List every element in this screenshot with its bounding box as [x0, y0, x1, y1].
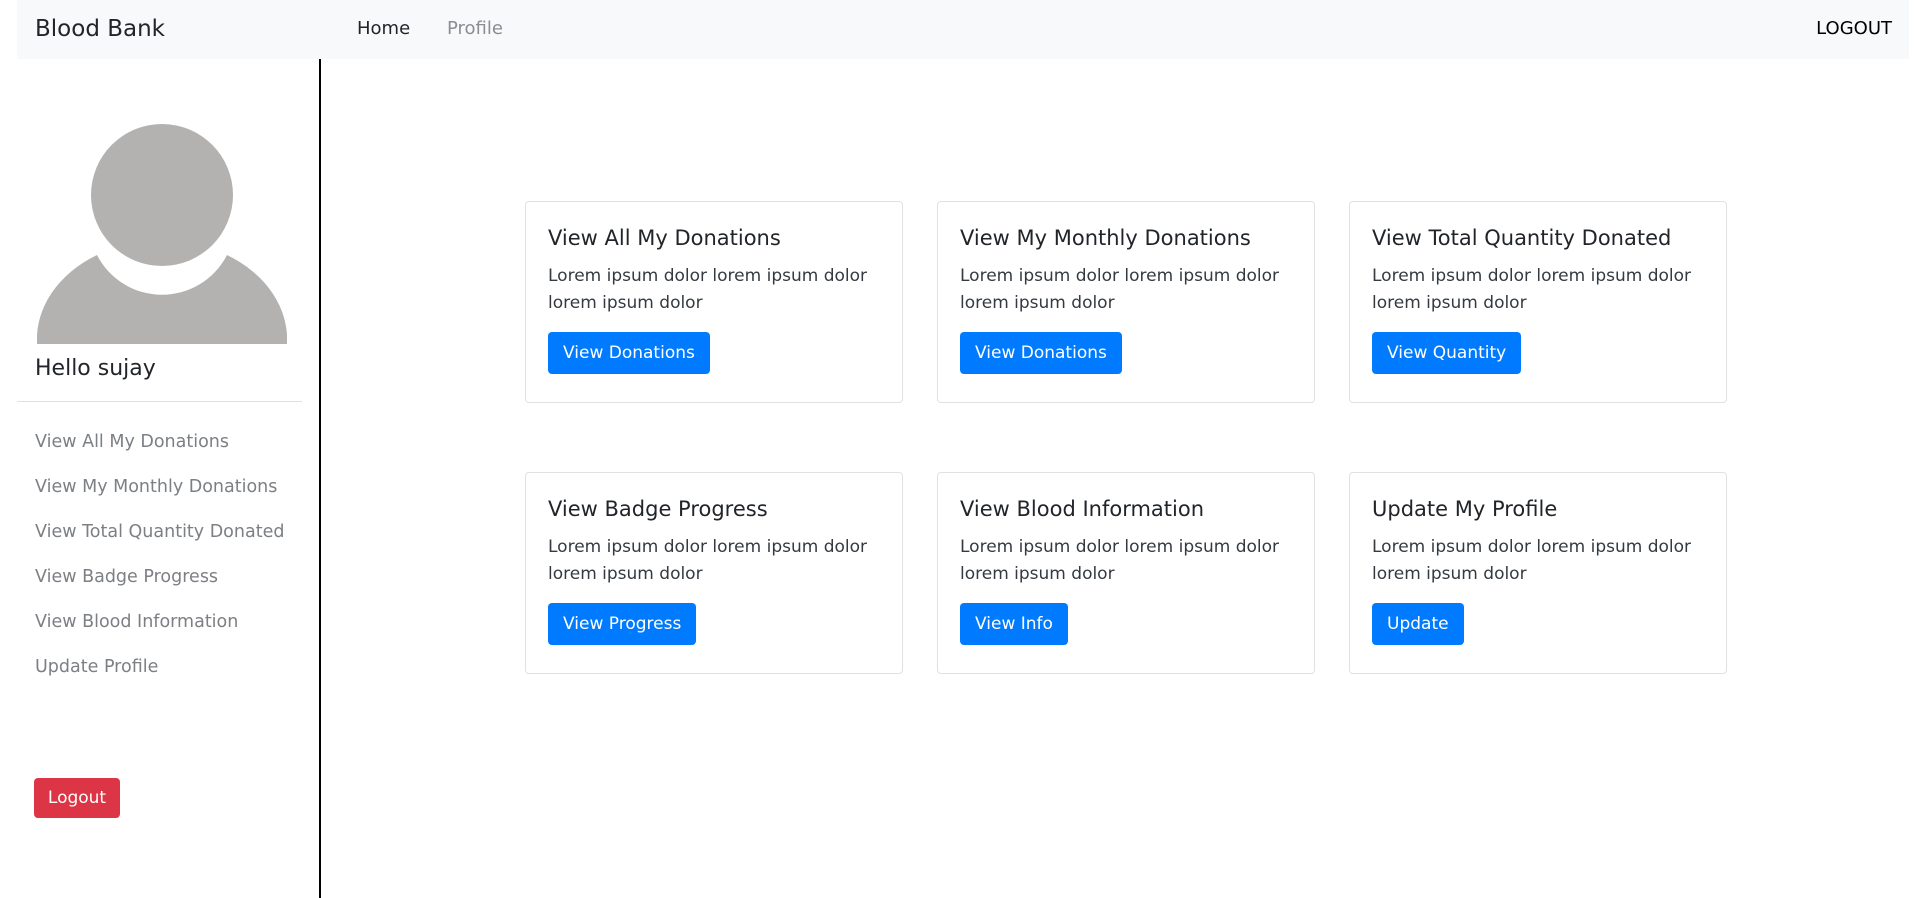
view-donations-button[interactable]: View Donations [548, 332, 710, 374]
brand-link[interactable]: Blood Bank [35, 14, 165, 44]
sidebar-item-view-badge-progress[interactable]: View Badge Progress [35, 566, 284, 611]
card-text: Lorem ipsum dolor lorem ipsum dolor lore… [1372, 266, 1692, 313]
view-monthly-donations-button[interactable]: View Donations [960, 332, 1122, 374]
view-info-button[interactable]: View Info [960, 603, 1068, 645]
card-view-monthly-donations: View My Monthly Donations Lorem ipsum do… [937, 201, 1315, 403]
card-update-profile: Update My Profile Lorem ipsum dolor lore… [1349, 472, 1727, 674]
card-title: View Badge Progress [548, 497, 768, 521]
view-progress-button[interactable]: View Progress [548, 603, 697, 645]
sidebar-item-view-blood-information[interactable]: View Blood Information [35, 611, 284, 656]
card-title: View Total Quantity Donated [1372, 226, 1672, 250]
card-title: Update My Profile [1372, 497, 1558, 521]
card-title: View All My Donations [548, 226, 781, 250]
sidebar-item-view-monthly-donations[interactable]: View My Monthly Donations [35, 476, 284, 521]
top-navbar: Blood Bank Home Profile LOGOUT [17, 0, 1909, 59]
view-quantity-button[interactable]: View Quantity [1372, 332, 1522, 374]
card-text: Lorem ipsum dolor lorem ipsum dolor lore… [960, 537, 1280, 584]
nav-home-link[interactable]: Home [357, 18, 410, 40]
update-profile-button[interactable]: Update [1372, 603, 1464, 645]
sidebar-menu: View All My Donations View My Monthly Do… [35, 431, 284, 701]
card-text: Lorem ipsum dolor lorem ipsum dolor lore… [548, 266, 868, 313]
card-title: View My Monthly Donations [960, 226, 1251, 250]
nav-profile-link[interactable]: Profile [447, 18, 503, 40]
user-avatar-icon [37, 124, 287, 344]
sidebar-item-view-all-donations[interactable]: View All My Donations [35, 431, 284, 476]
sidebar-item-view-total-quantity[interactable]: View Total Quantity Donated [35, 521, 284, 566]
sidebar-item-update-profile[interactable]: Update Profile [35, 656, 284, 701]
card-view-blood-information: View Blood Information Lorem ipsum dolor… [937, 472, 1315, 674]
card-view-badge-progress: View Badge Progress Lorem ipsum dolor lo… [525, 472, 903, 674]
card-title: View Blood Information [960, 497, 1205, 521]
dashboard-cards: View All My Donations Lorem ipsum dolor … [525, 201, 1727, 674]
card-text: Lorem ipsum dolor lorem ipsum dolor lore… [1372, 537, 1692, 584]
sidebar-logout-button[interactable]: Logout [34, 778, 120, 818]
sidebar: Hello sujay View All My Donations View M… [17, 59, 321, 898]
card-text: Lorem ipsum dolor lorem ipsum dolor lore… [960, 266, 1280, 313]
card-view-all-donations: View All My Donations Lorem ipsum dolor … [525, 201, 903, 403]
sidebar-divider [17, 401, 302, 402]
card-view-total-quantity: View Total Quantity Donated Lorem ipsum … [1349, 201, 1727, 403]
card-text: Lorem ipsum dolor lorem ipsum dolor lore… [548, 537, 868, 584]
nav-logout-link[interactable]: LOGOUT [1816, 18, 1892, 40]
user-greeting: Hello sujay [35, 356, 156, 381]
